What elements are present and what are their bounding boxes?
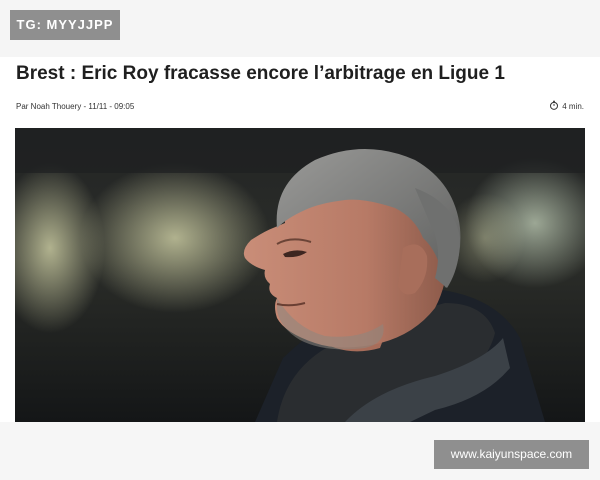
hero-photo (15, 128, 585, 422)
watermark-url-badge: www.kaiyunspace.com (434, 440, 589, 469)
read-time-label: 4 min. (562, 101, 584, 111)
article-title[interactable]: Brest : Eric Roy fracasse encore l’arbit… (16, 63, 586, 85)
stopwatch-icon (549, 100, 559, 112)
hero-image[interactable] (15, 128, 585, 422)
article-byline: Par Noah Thouery - 11/11 - 09:05 (16, 102, 135, 111)
read-time: 4 min. (549, 100, 584, 112)
watermark-tg-badge: TG: MYYJJPP (10, 10, 120, 40)
